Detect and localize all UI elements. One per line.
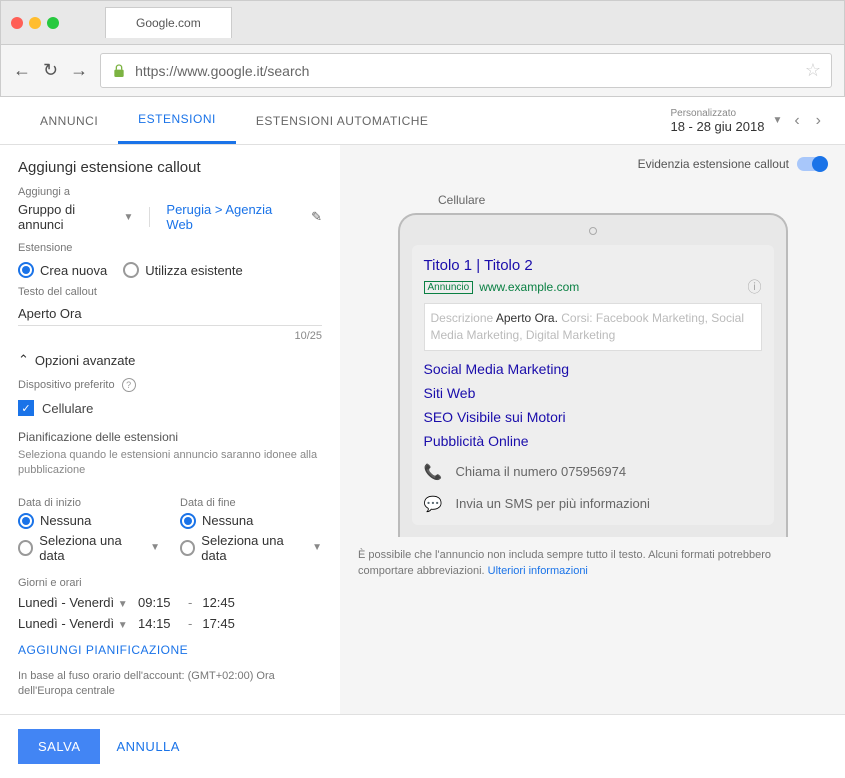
info-icon: ⓘ [748,277,762,297]
char-count: 10/25 [18,330,322,342]
radio-use-existing-label: Utilizza esistente [145,263,243,278]
highlight-toggle[interactable] [797,157,827,171]
divider [149,207,150,227]
phone-icon: 📞 [424,463,442,481]
radio-use-existing[interactable]: Utilizza esistente [123,262,243,278]
ad-sms-text: Invia un SMS per più informazioni [456,496,650,511]
ad-sitelink: SEO Visibile sui Motori [424,409,762,425]
breadcrumb-link[interactable]: Perugia > Agenzia Web [166,202,297,232]
ad-sitelink: Siti Web [424,385,762,401]
lock-icon [111,63,127,79]
add-schedule-link[interactable]: AGGIUNGI PIANIFICAZIONE [18,643,322,657]
extension-label: Estensione [18,242,322,254]
mobile-checkbox-label: Cellulare [42,401,93,416]
schedule-end-time[interactable]: 17:45 [202,616,242,631]
chevron-up-icon: ⌃ [18,352,29,368]
caret-down-icon: ▼ [772,115,782,126]
minimize-window-icon[interactable] [29,17,41,29]
days-hours-label: Giorni e orari [18,577,322,589]
window-controls: Google.com [1,1,844,44]
ad-call-text: Chiama il numero 075956974 [456,464,627,479]
scheduling-desc: Seleziona quando le estensioni annuncio … [18,448,322,479]
radio-select-date-label: Seleziona una data [201,533,306,563]
start-date-label: Data di inizio [18,497,160,509]
caret-down-icon: ▼ [150,542,160,553]
callout-text-label: Testo del callout [18,286,322,298]
caret-down-icon: ▼ [124,212,134,223]
tab-ads[interactable]: ANNUNCI [20,99,118,143]
tab-auto-extensions[interactable]: ESTENSIONI AUTOMATICHE [236,99,449,143]
sms-icon: 💬 [424,495,442,513]
maximize-window-icon[interactable] [47,17,59,29]
forward-icon[interactable]: → [70,60,88,81]
cancel-button[interactable]: ANNULLA [116,739,179,754]
mobile-checkbox[interactable]: ✓ [18,400,34,416]
radio-end-none[interactable]: Nessuna [180,513,322,529]
advanced-label: Opzioni avanzate [35,353,135,368]
chevron-right-icon[interactable]: › [812,112,825,130]
ad-sitelink: Social Media Marketing [424,361,762,377]
date-range-value: 18 - 28 giu 2018 [670,119,764,134]
radio-none-label: Nessuna [202,513,253,528]
radio-end-select-date[interactable]: Seleziona una data ▼ [180,533,322,563]
preview-device-label: Cellulare [438,193,827,207]
chevron-left-icon[interactable]: ‹ [790,112,803,130]
date-range-label: Personalizzato [670,108,764,119]
page-title: Aggiungi estensione callout [18,159,322,176]
highlight-toggle-label: Evidenzia estensione callout [638,157,789,171]
callout-text-input[interactable]: Aperto Ora [18,302,322,326]
schedule-day-dropdown[interactable]: Lunedì - Venerdì ▼ [18,595,128,610]
schedule-row: Lunedì - Venerdì ▼ 14:15 - 17:45 [18,616,322,631]
caret-down-icon: ▼ [312,542,322,553]
radio-select-date-label: Seleziona una data [39,533,144,563]
browser-tab[interactable]: Google.com [105,7,232,38]
timezone-note: In base al fuso orario dell'account: (GM… [18,669,322,700]
add-to-dropdown[interactable]: Gruppo di annunci ▼ [18,202,133,232]
add-to-value: Gruppo di annunci [18,202,120,232]
ad-sitelink: Pubblicità Online [424,433,762,449]
radio-none-label: Nessuna [40,513,91,528]
more-info-link[interactable]: Ulteriori informazioni [488,565,588,577]
ad-url: www.example.com [479,280,579,294]
date-range-picker[interactable]: Personalizzato 18 - 28 giu 2018 ▼ ‹ › [670,100,825,142]
ad-description: Descrizione Aperto Ora. Corsi: Facebook … [424,303,762,351]
preview-note: È possibile che l'annuncio non includa s… [358,547,808,580]
preferred-device-label: Dispositivo preferito ? [18,378,322,392]
add-to-label: Aggiungi a [18,186,322,198]
schedule-end-time[interactable]: 12:45 [202,595,242,610]
schedule-start-time[interactable]: 09:15 [138,595,178,610]
radio-create-new[interactable]: Crea nuova [18,262,107,278]
back-icon[interactable]: ← [13,60,31,81]
url-text: https://www.google.it/search [135,63,797,79]
schedule-start-time[interactable]: 14:15 [138,616,178,631]
url-input[interactable]: https://www.google.it/search ☆ [100,53,832,88]
reload-icon[interactable]: ↻ [43,60,58,81]
scheduling-title: Pianificazione delle estensioni [18,430,322,444]
tab-extensions[interactable]: ESTENSIONI [118,97,236,144]
schedule-day-dropdown[interactable]: Lunedì - Venerdì ▼ [18,616,128,631]
schedule-row: Lunedì - Venerdì ▼ 09:15 - 12:45 [18,595,322,610]
star-icon[interactable]: ☆ [805,60,821,81]
advanced-toggle[interactable]: ⌃ Opzioni avanzate [18,352,322,368]
radio-create-new-label: Crea nuova [40,263,107,278]
phone-camera-icon [589,227,597,235]
save-button[interactable]: SALVA [18,729,100,764]
pencil-icon[interactable]: ✎ [311,209,322,225]
ad-title: Titolo 1 | Titolo 2 [424,257,762,274]
close-window-icon[interactable] [11,17,23,29]
radio-start-select-date[interactable]: Seleziona una data ▼ [18,533,160,563]
help-icon[interactable]: ? [122,378,136,392]
phone-preview: Titolo 1 | Titolo 2 Annuncio www.example… [398,213,788,537]
end-date-label: Data di fine [180,497,322,509]
ad-badge: Annuncio [424,281,474,294]
radio-start-none[interactable]: Nessuna [18,513,160,529]
